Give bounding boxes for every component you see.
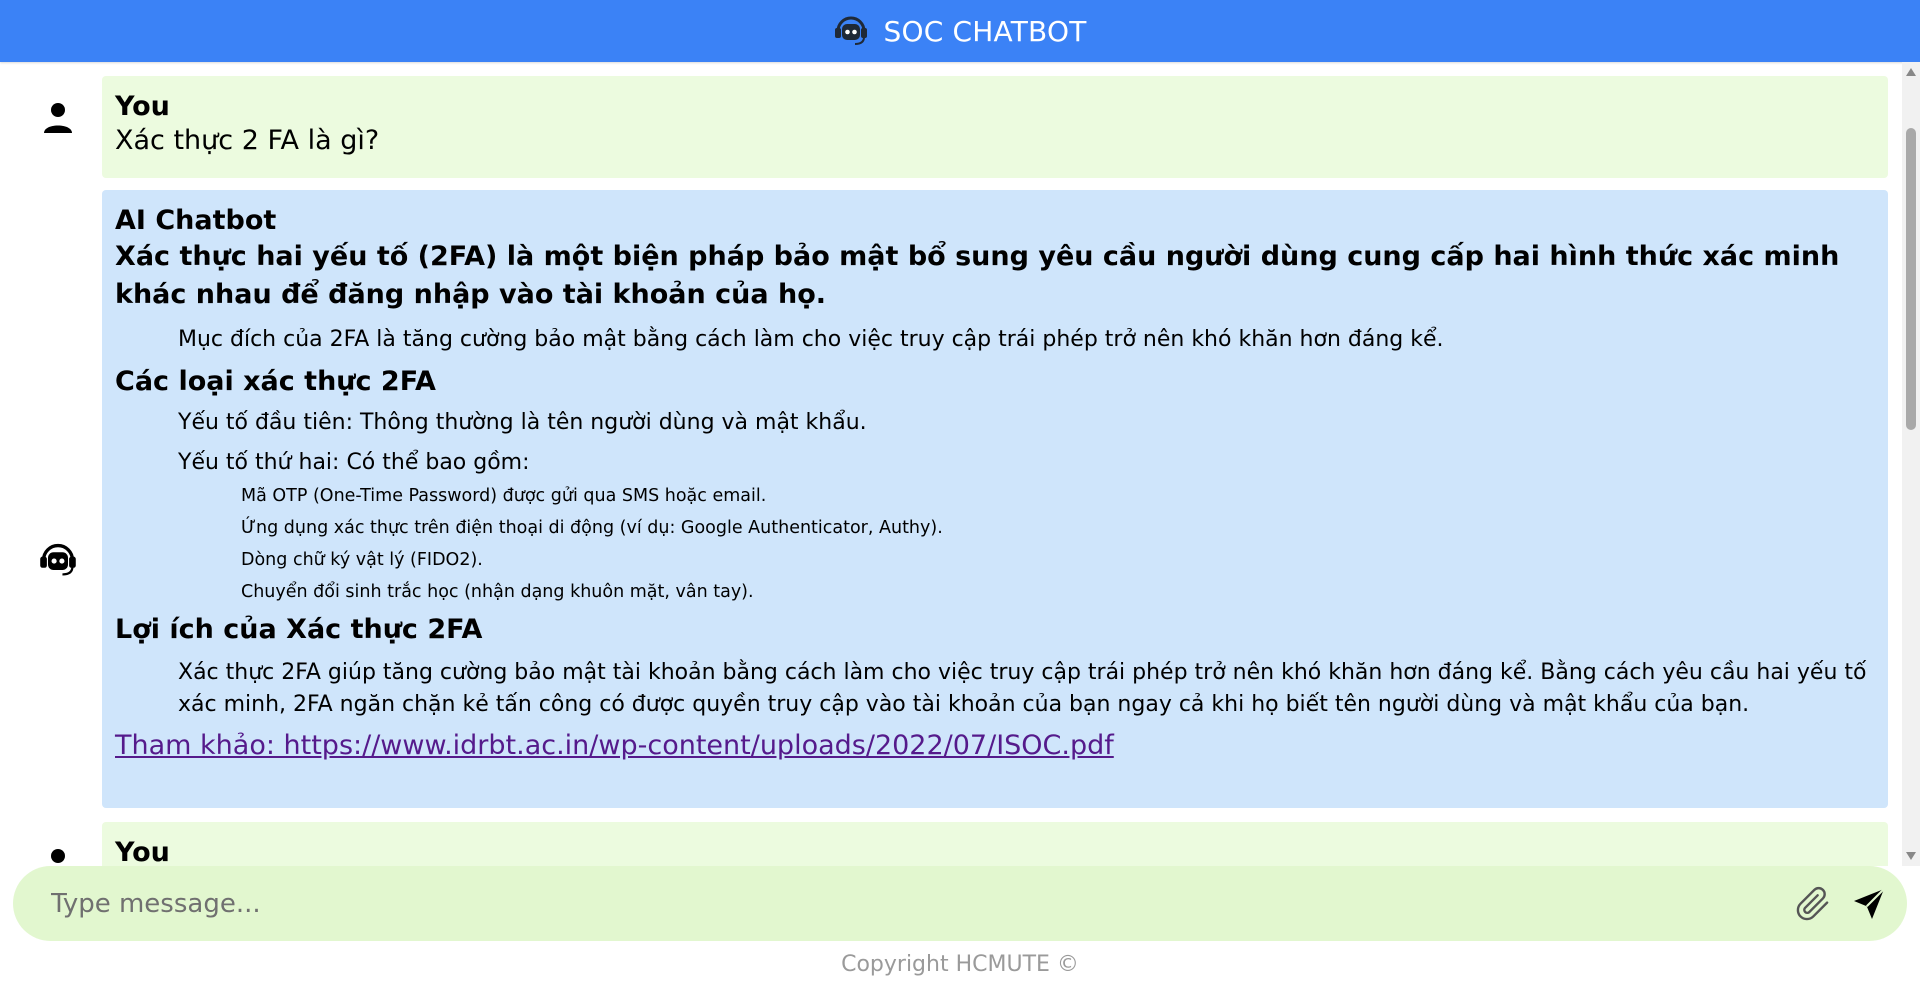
person-icon: [38, 98, 78, 138]
robot-headset-icon: [38, 540, 78, 580]
reference-link[interactable]: Tham khảo: https://www.idrbt.ac.in/wp-co…: [115, 729, 1875, 763]
scroll-down-arrow-icon[interactable]: [1906, 852, 1916, 860]
message-composer: [13, 866, 1907, 941]
footer-copyright: Copyright HCMUTE ©: [841, 952, 1079, 977]
list-item: Yếu tố đầu tiên: Thông thường là tên ngư…: [178, 410, 867, 435]
section-heading: Các loại xác thực 2FA: [115, 366, 436, 397]
sender-name: You: [115, 837, 170, 866]
sub-list-item: Dòng chữ ký vật lý (FIDO2).: [241, 550, 483, 570]
scroll-up-arrow-icon[interactable]: [1906, 68, 1916, 76]
send-icon[interactable]: [1851, 886, 1887, 926]
section-heading: Lợi ích của Xác thực 2FA: [115, 614, 483, 645]
sender-name: AI Chatbot: [115, 205, 277, 236]
sub-list-item: Chuyển đổi sinh trắc học (nhận dạng khuô…: [241, 582, 754, 602]
scrollbar-thumb[interactable]: [1906, 128, 1916, 430]
message-input[interactable]: [49, 878, 1753, 930]
sub-list-item: Mã OTP (One-Time Password) được gửi qua …: [241, 486, 767, 506]
list-item: Yếu tố thứ hai: Có thể bao gồm:: [178, 450, 530, 475]
robot-headset-icon: [833, 15, 869, 47]
chat-scrollbar[interactable]: [1902, 62, 1920, 866]
sub-list-item: Ứng dụng xác thực trên điện thoại di độn…: [241, 518, 943, 538]
user-bubble: You Xác thực 2 FA là gì?: [102, 76, 1888, 178]
person-icon: [38, 844, 78, 866]
app-title: SOC CHATBOT: [883, 14, 1087, 48]
sender-name: You: [115, 91, 170, 122]
app-header: SOC CHATBOT: [0, 0, 1920, 62]
paperclip-icon[interactable]: [1795, 886, 1831, 926]
message-text: Xác thực 2 FA là gì?: [115, 125, 380, 156]
answer-purpose: Mục đích của 2FA là tăng cường bảo mật b…: [178, 327, 1444, 352]
bot-bubble: AI Chatbot Xác thực hai yếu tố (2FA) là …: [102, 190, 1888, 808]
chat-area[interactable]: You Xác thực 2 FA là gì? AI Chatbot Xác …: [0, 62, 1902, 866]
user-bubble: You: [102, 822, 1888, 866]
answer-benefits: Xác thực 2FA giúp tăng cường bảo mật tài…: [178, 660, 1867, 717]
answer-summary: Xác thực hai yếu tố (2FA) là một biện ph…: [115, 241, 1840, 310]
